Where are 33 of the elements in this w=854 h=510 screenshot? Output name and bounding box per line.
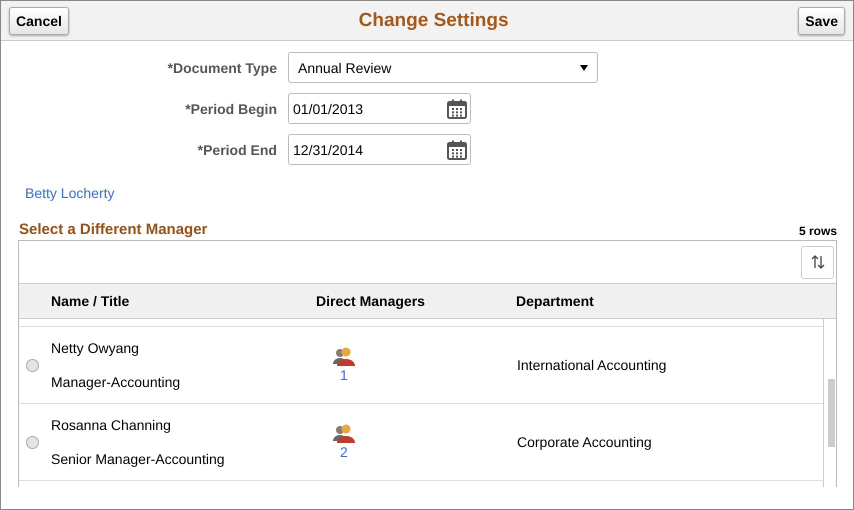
cancel-button[interactable]: Cancel (9, 6, 69, 34)
date-field[interactable]: 12/31/2014 (288, 134, 471, 165)
employee-link[interactable]: Betty Locherty (25, 185, 114, 201)
sort-button[interactable] (801, 246, 834, 278)
employee-name: Rosanna Channing (51, 417, 172, 433)
scrollbar-thumb[interactable] (828, 379, 835, 447)
page-title: Change Settings (358, 10, 509, 32)
column-header: Department (516, 293, 595, 309)
department-cell-text: Corporate Accounting (517, 434, 653, 450)
people-icon (333, 424, 355, 444)
people-icon (333, 347, 355, 367)
radio-button[interactable] (26, 436, 39, 448)
sort-icon (810, 254, 826, 270)
date-field[interactable]: 01/01/2013 (288, 93, 471, 124)
direct-managers-link[interactable]: 2 (340, 444, 348, 460)
employee-title: Manager-Accounting (51, 374, 182, 390)
calendar-icon[interactable] (447, 140, 467, 160)
field-label: *Document Type (166, 60, 277, 76)
employee-name: Netty Owyang (51, 340, 140, 356)
row-count: 5 rows (798, 224, 837, 238)
section-title: Select a Different Manager (19, 221, 208, 238)
column-header: Name / Title (50, 293, 130, 309)
direct-managers-link[interactable]: 1 (340, 367, 348, 383)
department-cell-text: International Accounting (517, 357, 668, 373)
document-type-dropdown[interactable]: Annual Review (288, 52, 598, 83)
radio-button[interactable] (26, 358, 39, 372)
field-label: *Period End (196, 142, 277, 158)
calendar-icon[interactable] (447, 98, 467, 118)
column-header: Direct Managers (316, 293, 426, 309)
employee-title: Senior Manager-Accounting (51, 451, 226, 467)
field-label: *Period Begin (184, 100, 277, 116)
dropdown-arrow-icon (580, 64, 588, 70)
save-button[interactable]: Save (798, 6, 845, 34)
